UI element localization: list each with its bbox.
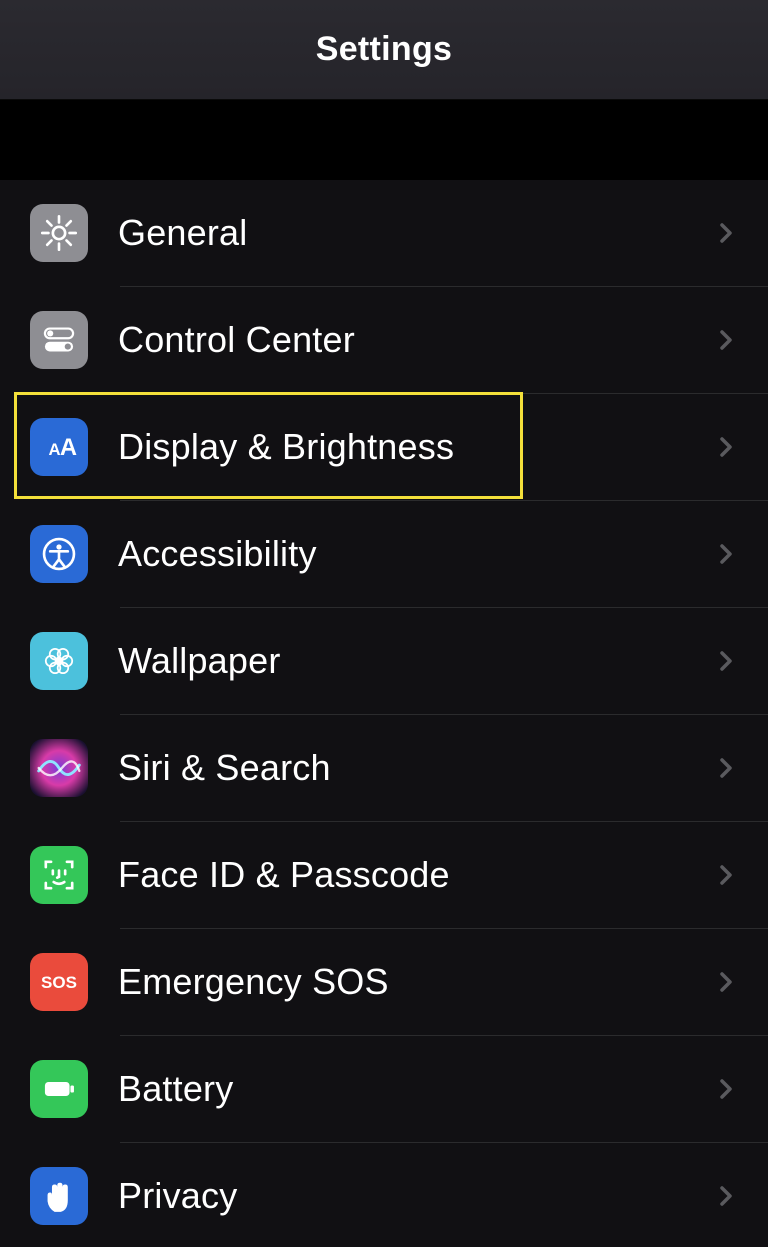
faceid-icon xyxy=(30,846,88,904)
chevron-right-icon xyxy=(714,649,738,673)
chevron-right-icon xyxy=(714,542,738,566)
chevron-right-icon xyxy=(714,1077,738,1101)
page-title: Settings xyxy=(316,30,453,69)
settings-row-display-brightness[interactable]: AA Display & Brightness xyxy=(30,394,768,500)
settings-row-label: Wallpaper xyxy=(118,640,714,682)
settings-row-control-center[interactable]: Control Center xyxy=(30,287,768,393)
svg-text:A: A xyxy=(48,440,60,459)
chevron-right-icon xyxy=(714,863,738,887)
settings-row-label: Face ID & Passcode xyxy=(118,854,714,896)
settings-row-label: Display & Brightness xyxy=(118,426,714,468)
chevron-right-icon xyxy=(714,221,738,245)
chevron-right-icon xyxy=(714,756,738,780)
siri-icon xyxy=(30,739,88,797)
settings-row-label: Control Center xyxy=(118,319,714,361)
settings-row-siri-search[interactable]: Siri & Search xyxy=(30,715,768,821)
settings-row-label: General xyxy=(118,212,714,254)
switches-icon xyxy=(30,311,88,369)
chevron-right-icon xyxy=(714,970,738,994)
settings-row-faceid-passcode[interactable]: Face ID & Passcode xyxy=(30,822,768,928)
settings-row-label: Privacy xyxy=(118,1175,714,1217)
settings-row-battery[interactable]: Battery xyxy=(30,1036,768,1142)
gear-icon xyxy=(30,204,88,262)
svg-text:A: A xyxy=(60,434,77,461)
battery-icon xyxy=(30,1060,88,1118)
settings-row-label: Siri & Search xyxy=(118,747,714,789)
hand-icon xyxy=(30,1167,88,1225)
chevron-right-icon xyxy=(714,1184,738,1208)
header: Settings xyxy=(0,0,768,100)
settings-row-wallpaper[interactable]: Wallpaper xyxy=(30,608,768,714)
chevron-right-icon xyxy=(714,328,738,352)
chevron-right-icon xyxy=(714,435,738,459)
settings-row-label: Battery xyxy=(118,1068,714,1110)
settings-row-privacy[interactable]: Privacy xyxy=(30,1143,768,1247)
settings-row-emergency-sos[interactable]: SOS Emergency SOS xyxy=(30,929,768,1035)
spacer xyxy=(0,100,768,180)
sos-icon: SOS xyxy=(30,953,88,1011)
settings-row-general[interactable]: General xyxy=(30,180,768,286)
svg-text:SOS: SOS xyxy=(41,973,77,992)
textsize-icon: AA xyxy=(30,418,88,476)
settings-row-accessibility[interactable]: Accessibility xyxy=(30,501,768,607)
accessibility-icon xyxy=(30,525,88,583)
flower-icon xyxy=(30,632,88,690)
settings-row-label: Accessibility xyxy=(118,533,714,575)
settings-row-label: Emergency SOS xyxy=(118,961,714,1003)
settings-list: General Control Center AA Display & Brightn… xyxy=(0,180,768,1247)
